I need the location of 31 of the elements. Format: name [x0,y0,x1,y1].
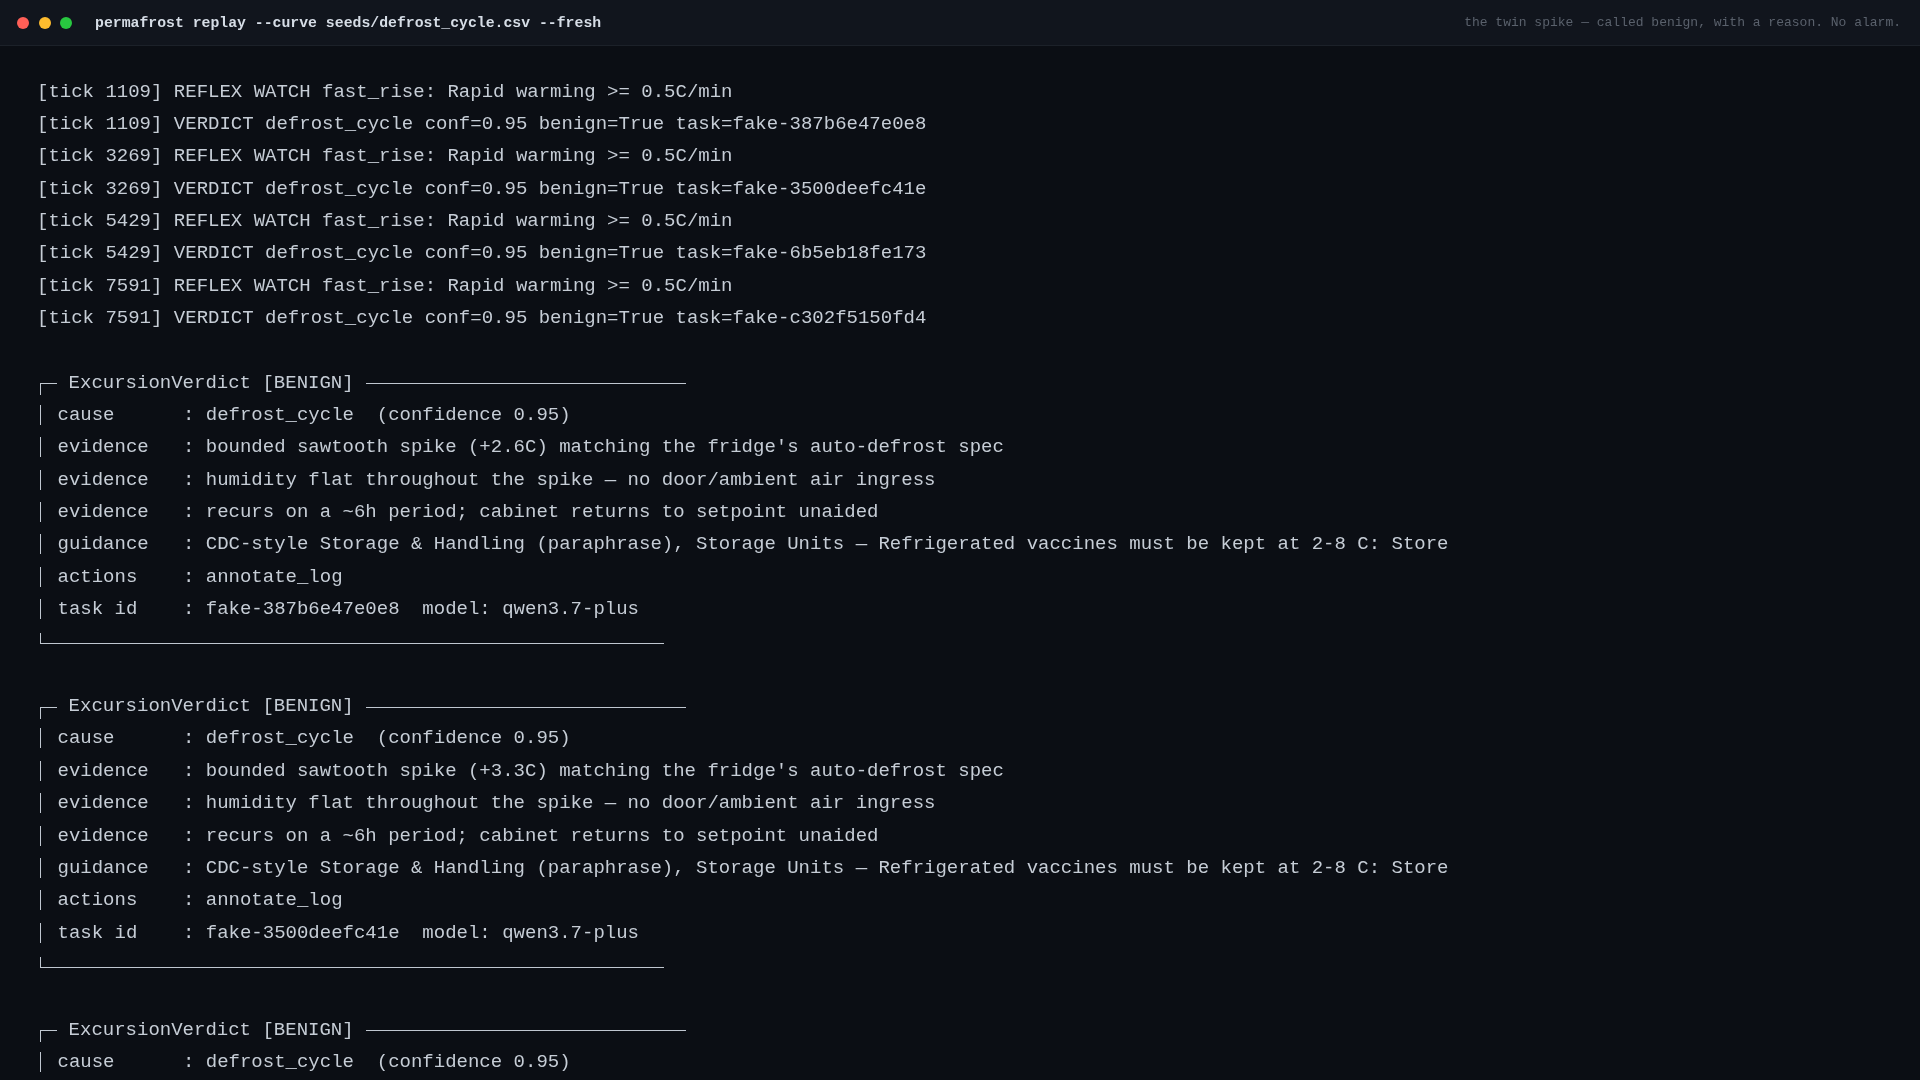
log-line: [tick 7591] VERDICT defrost_cycle conf=0.95 benign=True task=fake-c302f5150fd4 [37,306,927,331]
verdict-line: evidence : recurs on a ~6h period; cabinet returns to setpoint unaided [57,500,879,526]
verdict-line: evidence : bounded sawtooth spike (+3.3C) matching the fridge's auto-defrost spec [57,758,1004,784]
verdict-line: actions : annotate_log [57,888,343,914]
log-line: [tick 1109] REFLEX WATCH fast_rise: Rapid warming >= 0.5C/min [37,79,733,105]
window-title: permafrost replay --curve seeds/defrost_cycle.csv --fresh [95,14,602,31]
verdict-title: ExcursionVerdict [BENIGN] [68,1017,354,1043]
maximize-button[interactable] [60,16,72,29]
verdict-line: cause : defrost_cycle (confidence 0.95) [57,1049,571,1075]
verdict-line: evidence : humidity flat throughout the spike — no door/ambient air ingress [57,791,936,817]
verdict-title: ExcursionVerdict [BENIGN] [68,370,354,396]
log-line: [tick 7591] REFLEX WATCH fast_rise: Rapid warming >= 0.5C/min [37,273,733,299]
minimize-button[interactable] [38,16,51,29]
verdict-line: cause : defrost_cycle (confidence 0.95) [57,403,571,429]
verdict-line: task id : fake-387b6e47e0e8 model: qwen3.7-plus [57,597,639,623]
verdict-line: guidance : CDC-style Storage & Handling (paraphrase), Storage Units — Refrigerated vaccines must be kept at 2-8 C: Store [57,532,1449,558]
verdict-line: task id : fake-3500deefc41e model: qwen3.7-plus [57,920,639,946]
log-line: [tick 1109] VERDICT defrost_cycle conf=0.95 benign=True task=fake-387b6e47e0e8 [37,111,927,137]
verdict-title: ExcursionVerdict [BENIGN] [68,694,354,720]
log-line: [tick 5429] REFLEX WATCH fast_rise: Rapid warming >= 0.5C/min [37,208,733,234]
verdict-line: evidence : recurs on a ~6h period; cabinet returns to setpoint unaided [57,823,879,849]
verdict-line: guidance : CDC-style Storage & Handling (paraphrase), Storage Units — Refrigerated vaccines must be kept at 2-8 C: Store [57,855,1449,881]
log-line: [tick 5429] VERDICT defrost_cycle conf=0.95 benign=True task=fake-6b5eb18fe173 [37,241,927,267]
verdict-line: actions : annotate_log [57,564,343,590]
log-line: [tick 3269] REFLEX WATCH fast_rise: Rapid warming >= 0.5C/min [37,144,733,170]
log-line: [tick 3269] VERDICT defrost_cycle conf=0.95 benign=True task=fake-3500deefc41e [37,176,927,202]
verdict-line: evidence : bounded sawtooth spike (+2.6C) matching the fridge's auto-defrost spec [57,435,1004,461]
verdict-line: evidence : humidity flat throughout the spike — no door/ambient air ingress [57,467,936,493]
verdict-line: cause : defrost_cycle (confidence 0.95) [57,726,571,752]
caption-text: the twin spike — called benign, with a reason. No alarm. [1464,15,1901,30]
close-button[interactable] [17,16,29,29]
